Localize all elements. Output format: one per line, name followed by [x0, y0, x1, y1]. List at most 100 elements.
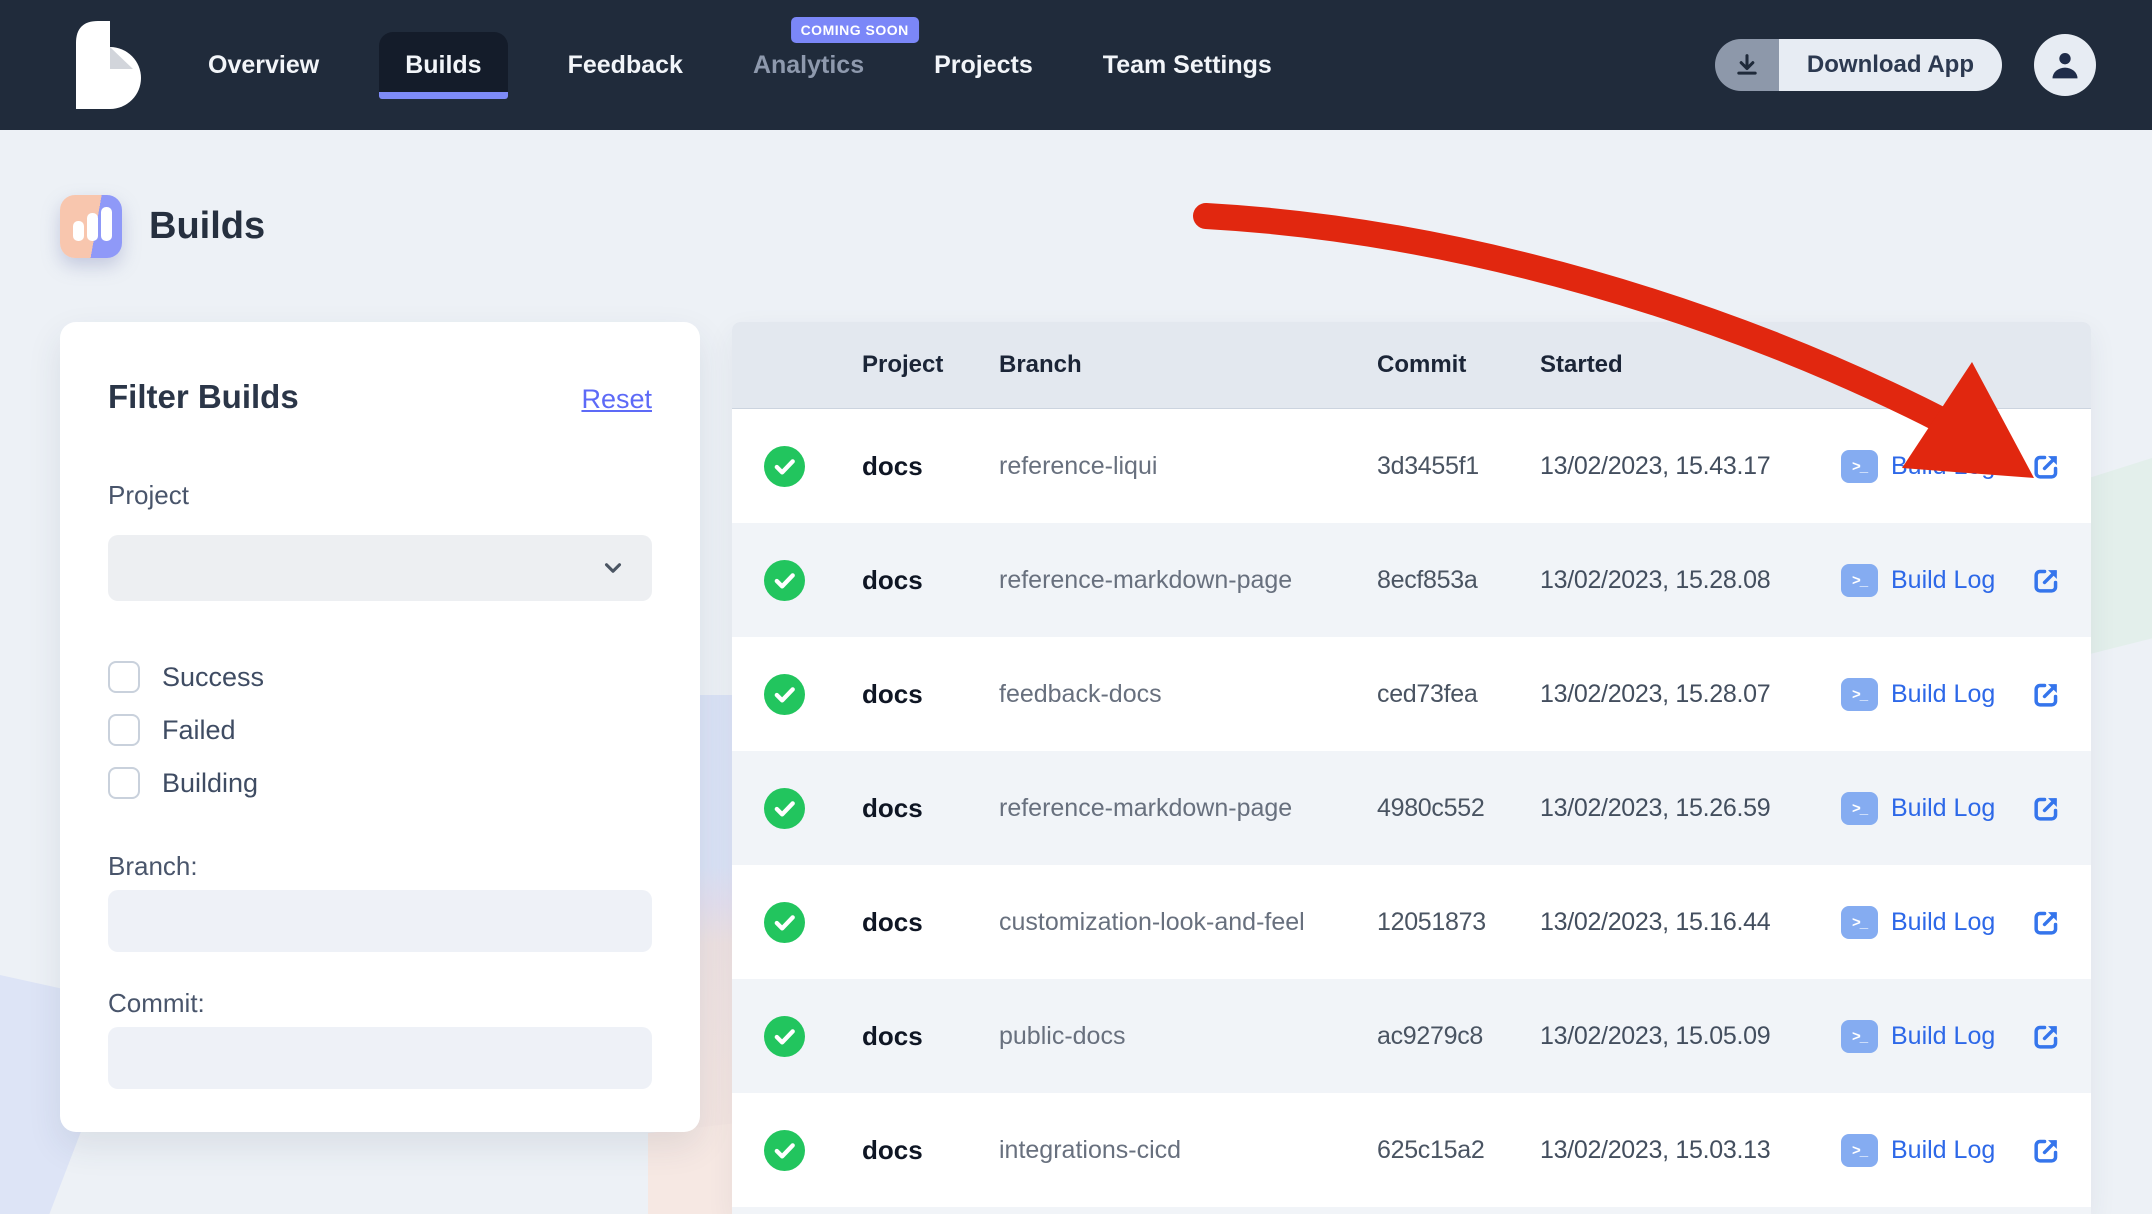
- build-log-button[interactable]: >_ Build Log: [1841, 792, 2031, 825]
- commit-field-label: Commit:: [108, 988, 652, 1019]
- row-project: docs: [862, 451, 999, 482]
- build-log-label: Build Log: [1891, 1022, 1995, 1051]
- download-app-label: Download App: [1779, 39, 2002, 91]
- open-build-external-button[interactable]: [2031, 1021, 2091, 1052]
- row-started: 13/02/2023, 15.03.13: [1540, 1136, 1841, 1165]
- checkbox-failed[interactable]: Failed: [108, 714, 652, 746]
- terminal-icon: >_: [1841, 792, 1878, 825]
- row-started: 13/02/2023, 15.43.17: [1540, 452, 1841, 481]
- column-header-branch: Branch: [999, 351, 1377, 379]
- row-branch: customization-look-and-feel: [999, 908, 1377, 937]
- external-link-icon: [2031, 1021, 2062, 1052]
- check-circle-icon: [764, 446, 805, 487]
- check-circle-icon: [764, 560, 805, 601]
- open-build-external-button[interactable]: [2031, 565, 2091, 596]
- check-circle-icon: [764, 1016, 805, 1057]
- open-build-external-button[interactable]: [2031, 1135, 2091, 1166]
- check-circle-icon: [764, 902, 805, 943]
- row-commit: ced73fea: [1377, 680, 1540, 709]
- column-header-project: Project: [862, 351, 999, 379]
- table-body: docs reference-liqui 3d3455f1 13/02/2023…: [732, 409, 2091, 1207]
- external-link-icon: [2031, 907, 2062, 938]
- row-branch: reference-liqui: [999, 452, 1377, 481]
- download-icon: [1715, 39, 1779, 91]
- open-build-external-button[interactable]: [2031, 907, 2091, 938]
- project-select[interactable]: [108, 535, 652, 601]
- row-project: docs: [862, 565, 999, 596]
- check-circle-icon: [764, 1130, 805, 1171]
- build-log-button[interactable]: >_ Build Log: [1841, 906, 2031, 939]
- terminal-icon: >_: [1841, 1020, 1878, 1053]
- external-link-icon: [2031, 565, 2062, 596]
- checkbox-building[interactable]: Building: [108, 767, 652, 799]
- user-avatar-icon[interactable]: [2034, 34, 2096, 96]
- checkbox-box[interactable]: [108, 714, 140, 746]
- row-started: 13/02/2023, 15.26.59: [1540, 794, 1841, 823]
- app-logo[interactable]: [76, 21, 142, 109]
- branch-input[interactable]: [108, 890, 652, 952]
- build-log-button[interactable]: >_ Build Log: [1841, 450, 2031, 483]
- column-header-started: Started: [1540, 351, 1841, 379]
- checkbox-box[interactable]: [108, 767, 140, 799]
- coming-soon-badge: COMING SOON: [791, 17, 919, 43]
- external-link-icon: [2031, 451, 2062, 482]
- row-commit: 4980c552: [1377, 794, 1540, 823]
- table-row: docs reference-markdown-page 4980c552 13…: [732, 751, 2091, 865]
- terminal-icon: >_: [1841, 1134, 1878, 1167]
- nav-item-overview[interactable]: Overview: [198, 32, 329, 99]
- row-project: docs: [862, 1021, 999, 1052]
- open-build-external-button[interactable]: [2031, 679, 2091, 710]
- external-link-icon: [2031, 793, 2062, 824]
- filter-panel-title: Filter Builds: [108, 378, 299, 416]
- nav-item-builds[interactable]: Builds: [379, 32, 507, 99]
- row-project: docs: [862, 907, 999, 938]
- reset-filters-link[interactable]: Reset: [581, 384, 652, 415]
- open-build-external-button[interactable]: [2031, 793, 2091, 824]
- app-screen: Overview Builds Feedback AnalyticsCOMING SO…: [0, 0, 2152, 1214]
- table-header: Project Branch Commit Started: [732, 322, 2091, 409]
- terminal-icon: >_: [1841, 906, 1878, 939]
- build-log-button[interactable]: >_ Build Log: [1841, 1020, 2031, 1053]
- table-row: docs reference-liqui 3d3455f1 13/02/2023…: [732, 409, 2091, 523]
- nav-item-projects[interactable]: Projects: [924, 32, 1043, 99]
- terminal-icon: >_: [1841, 450, 1878, 483]
- row-started: 13/02/2023, 15.28.08: [1540, 566, 1841, 595]
- build-log-button[interactable]: >_ Build Log: [1841, 1134, 2031, 1167]
- row-commit: ac9279c8: [1377, 1022, 1540, 1051]
- page-title: Builds: [149, 205, 265, 248]
- build-log-button[interactable]: >_ Build Log: [1841, 564, 2031, 597]
- row-commit: 8ecf853a: [1377, 566, 1540, 595]
- checkbox-label: Building: [162, 768, 258, 799]
- table-row: docs reference-markdown-page 8ecf853a 13…: [732, 523, 2091, 637]
- bar-chart-icon: [60, 195, 122, 258]
- build-log-button[interactable]: >_ Build Log: [1841, 678, 2031, 711]
- bg-shape-green: [2090, 458, 2152, 654]
- external-link-icon: [2031, 679, 2062, 710]
- checkbox-box[interactable]: [108, 661, 140, 693]
- row-started: 13/02/2023, 15.05.09: [1540, 1022, 1841, 1051]
- external-link-icon: [2031, 1135, 2062, 1166]
- builds-table: Project Branch Commit Started docs refer…: [732, 322, 2091, 1214]
- check-circle-icon: [764, 788, 805, 829]
- filter-builds-panel: Filter Builds Reset Project SuccessFaile…: [60, 322, 700, 1132]
- nav-items: Overview Builds Feedback AnalyticsCOMING SO…: [198, 0, 1282, 130]
- commit-input[interactable]: [108, 1027, 652, 1089]
- row-started: 13/02/2023, 15.28.07: [1540, 680, 1841, 709]
- nav-item-feedback[interactable]: Feedback: [558, 32, 693, 99]
- check-circle-icon: [764, 674, 805, 715]
- top-navbar: Overview Builds Feedback AnalyticsCOMING SO…: [0, 0, 2152, 130]
- row-branch: reference-markdown-page: [999, 566, 1377, 595]
- checkbox-label: Failed: [162, 715, 236, 746]
- build-log-label: Build Log: [1891, 680, 1995, 709]
- download-app-button[interactable]: Download App: [1715, 39, 2002, 91]
- table-row-partial: [732, 1207, 2091, 1214]
- checkbox-success[interactable]: Success: [108, 661, 652, 693]
- nav-right-cluster: Download App: [1715, 34, 2096, 96]
- nav-item-team-settings[interactable]: Team Settings: [1093, 32, 1282, 99]
- open-build-external-button[interactable]: [2031, 451, 2091, 482]
- row-branch: public-docs: [999, 1022, 1377, 1051]
- build-log-label: Build Log: [1891, 566, 1995, 595]
- nav-item-analytics[interactable]: AnalyticsCOMING SOON: [743, 32, 874, 99]
- row-started: 13/02/2023, 15.16.44: [1540, 908, 1841, 937]
- checkbox-label: Success: [162, 662, 264, 693]
